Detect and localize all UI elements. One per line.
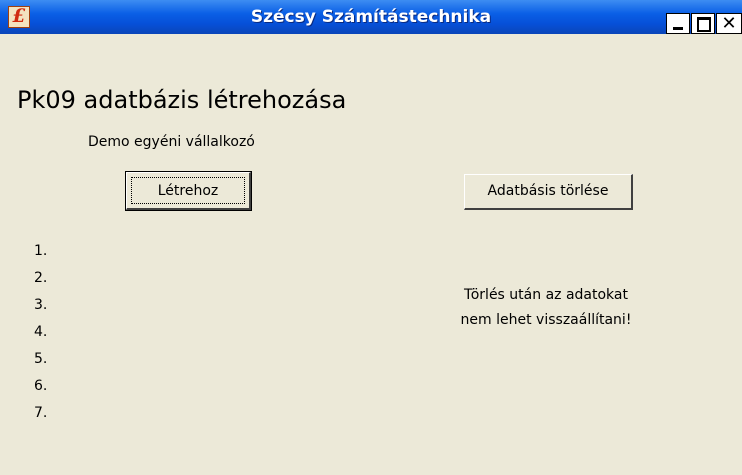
title-bar[interactable]: £ Szécsy Számítástechnika ✕ [0, 0, 742, 34]
page-title: Pk09 adatbázis létrehozása [17, 86, 347, 114]
step-item: 3. [34, 297, 48, 313]
warning-line-1: Törlés után az adatokat [464, 287, 628, 303]
step-item: 7. [34, 405, 48, 421]
minimize-button[interactable] [666, 13, 690, 34]
warning-line-2: nem lehet visszaállítani! [460, 312, 632, 328]
step-item: 2. [34, 270, 48, 286]
company-name: Demo egyéni vállalkozó [88, 134, 255, 150]
step-item: 1. [34, 243, 48, 259]
delete-warning: Törlés után az adatokat nem lehet vissza… [432, 283, 660, 333]
create-button[interactable]: Létrehoz [125, 171, 252, 211]
step-list: 1. 2. 3. 4. 5. 6. 7. [34, 238, 47, 427]
step-item: 4. [34, 324, 48, 340]
create-button-label: Létrehoz [131, 177, 245, 204]
step-item: 6. [34, 378, 48, 394]
close-button[interactable]: ✕ [716, 13, 742, 34]
delete-database-button[interactable]: Adatbásis törlése [464, 174, 633, 210]
window-title: Szécsy Számítástechnika [250, 7, 492, 27]
maximize-button[interactable] [691, 13, 715, 34]
step-item: 5. [34, 351, 48, 367]
